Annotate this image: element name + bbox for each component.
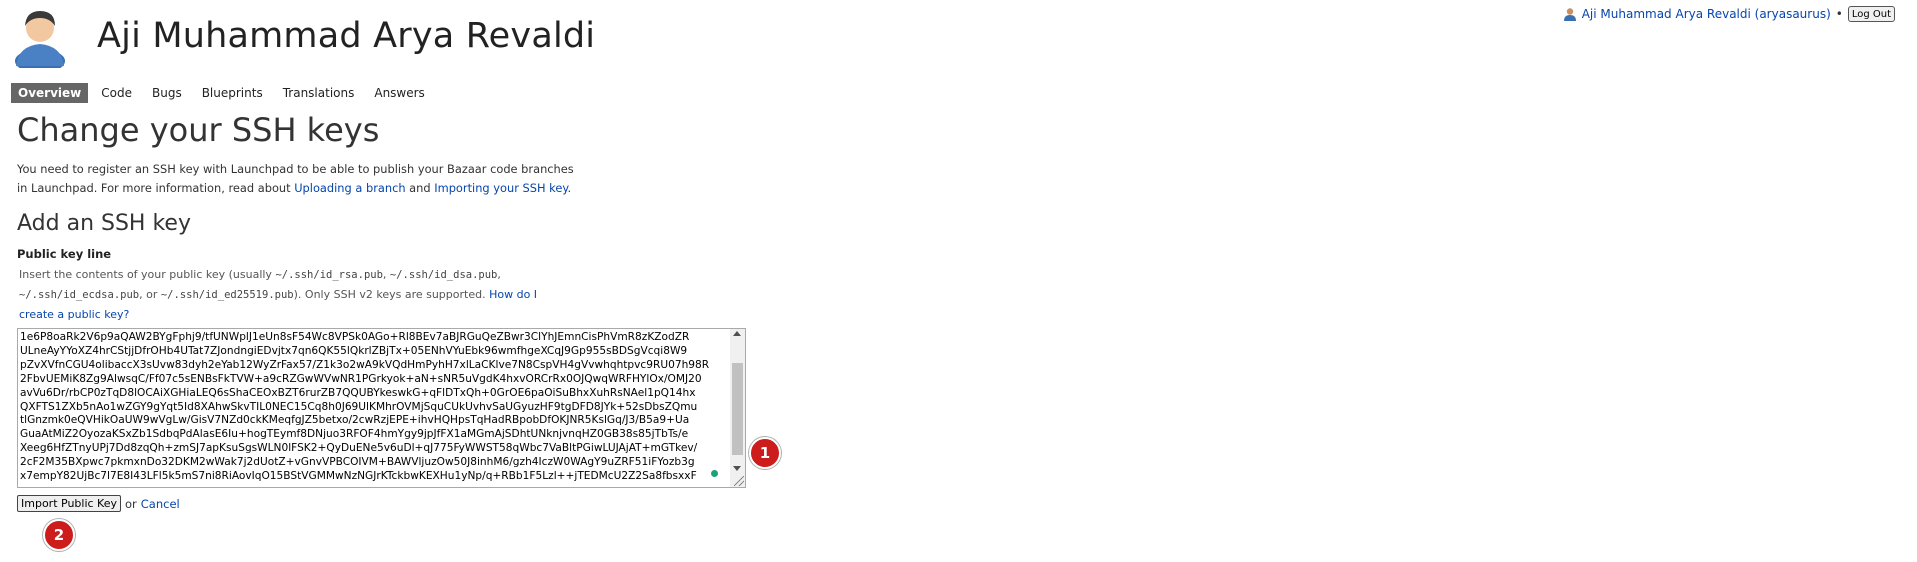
navigation-tabs: Overview Code Bugs Blueprints Translatio…: [11, 83, 438, 103]
page-title: Change your SSH keys: [17, 111, 380, 149]
or-text: or: [125, 496, 137, 511]
tab-code[interactable]: Code: [94, 83, 139, 103]
scrollbar-thumb[interactable]: [732, 363, 743, 455]
resize-grip-icon[interactable]: [734, 476, 744, 486]
public-key-textarea-frame: 1e6P8oaRk2V6p9aQAW2BYgFphj9/tfUNWplJ1eUn…: [17, 328, 746, 488]
scroll-down-arrow-icon[interactable]: [733, 466, 741, 471]
hint-or: , or: [139, 288, 161, 301]
path-rsa: ~/.ssh/id_rsa.pub: [275, 269, 383, 281]
intro-and: and: [405, 181, 435, 195]
importing-ssh-key-link[interactable]: Importing your SSH key: [434, 181, 567, 195]
public-key-textarea[interactable]: 1e6P8oaRk2V6p9aQAW2BYgFphj9/tfUNWplJ1eUn…: [20, 331, 728, 485]
tab-translations[interactable]: Translations: [276, 83, 362, 103]
hint-sep: ,: [497, 268, 501, 281]
hint-text-2: ). Only SSH v2 keys are supported.: [293, 288, 490, 301]
textarea-scrollbar[interactable]: [730, 329, 745, 487]
login-separator: •: [1835, 7, 1843, 21]
section-title: Add an SSH key: [17, 211, 191, 236]
user-profile-link[interactable]: Aji Muhammad Arya Revaldi (aryasaurus): [1582, 7, 1831, 21]
path-ed25519: ~/.ssh/id_ed25519.pub: [160, 289, 294, 301]
path-dsa: ~/.ssh/id_dsa.pub: [389, 269, 498, 281]
path-ecdsa: ~/.ssh/id_ecdsa.pub: [19, 289, 140, 301]
tab-bugs[interactable]: Bugs: [145, 83, 189, 103]
scroll-up-arrow-icon[interactable]: [733, 331, 741, 336]
annotation-marker-1: 1: [749, 437, 781, 469]
public-key-hint: Insert the contents of your public key (…: [19, 265, 559, 324]
hint-text: Insert the contents of your public key (…: [19, 268, 276, 281]
intro-text: You need to register an SSH key with Lau…: [17, 160, 577, 198]
user-icon: [1563, 8, 1576, 21]
status-dot-icon: [711, 470, 718, 477]
public-key-label: Public key line: [17, 247, 112, 261]
annotation-marker-2: 2: [43, 519, 75, 551]
login-bar: Aji Muhammad Arya Revaldi (aryasaurus) •…: [1563, 6, 1895, 22]
tab-overview[interactable]: Overview: [11, 83, 89, 103]
logout-button[interactable]: Log Out: [1847, 6, 1895, 22]
person-avatar-icon: [15, 11, 65, 68]
import-public-key-button[interactable]: Import Public Key: [17, 495, 121, 512]
hint-sep: ,: [382, 268, 390, 281]
cancel-link[interactable]: Cancel: [141, 497, 180, 511]
uploading-branch-link[interactable]: Uploading a branch: [294, 181, 405, 195]
tab-answers[interactable]: Answers: [367, 83, 431, 103]
person-name: Aji Muhammad Arya Revaldi: [97, 16, 596, 56]
intro-end: .: [567, 181, 572, 195]
tab-blueprints[interactable]: Blueprints: [195, 83, 270, 103]
form-actions: Import Public Key or Cancel: [17, 495, 180, 512]
